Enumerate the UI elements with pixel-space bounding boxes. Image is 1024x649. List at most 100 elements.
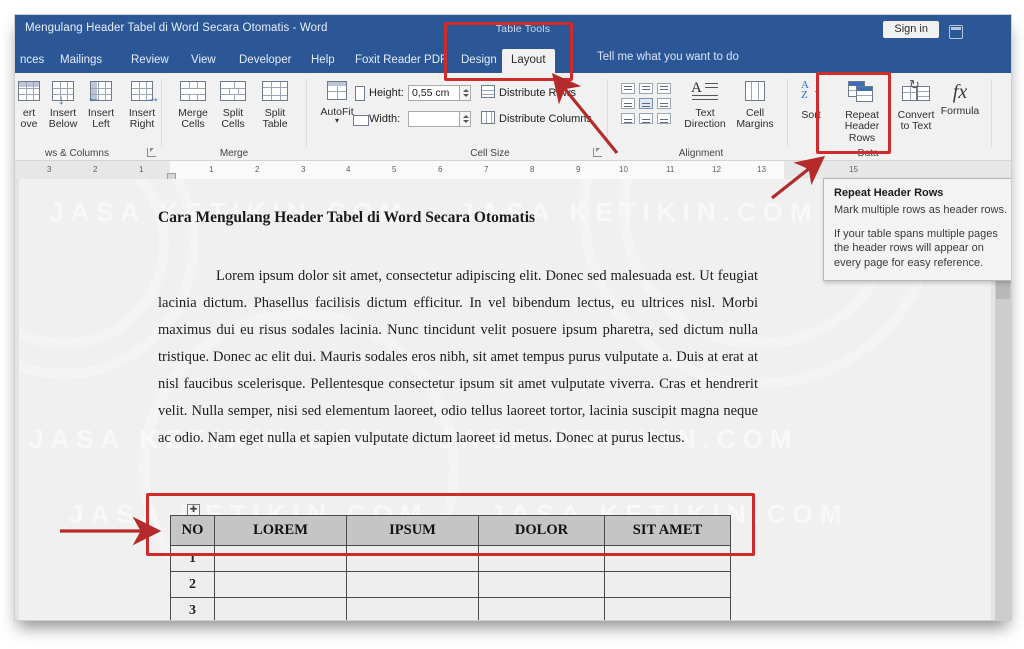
align-bottom-center-button[interactable] bbox=[639, 113, 653, 124]
group-separator bbox=[991, 79, 992, 147]
align-bottom-left-button[interactable] bbox=[621, 113, 635, 124]
sign-in-button[interactable]: Sign in bbox=[883, 21, 939, 38]
text-direction-label-2: Direction bbox=[684, 118, 726, 130]
insert-left-label-2: Left bbox=[92, 118, 110, 130]
align-center-right-button[interactable] bbox=[657, 98, 671, 109]
distribute-columns-button[interactable]: Distribute Columns bbox=[499, 113, 592, 125]
split-table-icon bbox=[253, 81, 297, 105]
table-row[interactable]: 2 bbox=[170, 571, 731, 598]
document-paragraph: Lorem ipsum dolor sit amet, consectetur … bbox=[158, 268, 758, 446]
tab-developer[interactable]: Developer bbox=[230, 49, 300, 73]
column-width-icon bbox=[353, 113, 369, 131]
document-heading: Cara Mengulang Header Tabel di Word Seca… bbox=[158, 209, 536, 226]
group-title-rows-columns: ws & Columns bbox=[45, 148, 109, 159]
row-height-input[interactable]: 0,55 cm bbox=[408, 85, 460, 101]
ruler-tick-2: 2 bbox=[255, 165, 260, 174]
ruler-tick-14: 14 bbox=[804, 165, 813, 174]
ruler-tick-10: 10 bbox=[619, 165, 628, 174]
ruler-tick-3: 3 bbox=[301, 165, 306, 174]
tooltip-line-2: If your table spans multiple pages the h… bbox=[834, 227, 998, 269]
tab-help[interactable]: Help bbox=[302, 49, 344, 73]
ruler-tick-1: 1 bbox=[209, 165, 214, 174]
formula-button[interactable]: fx Formula bbox=[937, 81, 983, 118]
tab-foxit-reader-pdf[interactable]: Foxit Reader PDF bbox=[346, 49, 456, 73]
table-cell[interactable] bbox=[604, 571, 731, 598]
insert-left-button[interactable]: ← Insert Left bbox=[79, 81, 123, 131]
down-arrow-icon: ↓ bbox=[58, 92, 65, 107]
ruler-tick-5: 5 bbox=[392, 165, 397, 174]
ruler-text-area bbox=[170, 161, 784, 179]
insert-below-label-2: Below bbox=[48, 118, 78, 130]
table-cell[interactable] bbox=[214, 597, 347, 620]
ruler-tick-left-3: 3 bbox=[47, 165, 52, 174]
align-center-left-button[interactable] bbox=[621, 98, 635, 109]
word-window: Mengulang Header Tabel di Word Secara Ot… bbox=[14, 14, 1012, 621]
text-direction-button[interactable]: A Text Direction bbox=[677, 81, 733, 131]
merge-cells-button[interactable]: Merge Cells bbox=[171, 81, 215, 131]
annotation-box-table-header-row bbox=[146, 493, 755, 556]
row-height-spinner[interactable] bbox=[460, 85, 471, 101]
cell-margins-button[interactable]: Cell Margins bbox=[729, 81, 781, 131]
ruler-tick-8: 8 bbox=[530, 165, 535, 174]
table-cell[interactable] bbox=[478, 571, 605, 598]
merge-cells-label-1: Merge bbox=[178, 106, 208, 119]
table-cell[interactable] bbox=[346, 597, 479, 620]
align-top-left-button[interactable] bbox=[621, 83, 635, 94]
insert-left-label-1: Insert bbox=[87, 106, 115, 119]
annotation-box-repeat-header-rows bbox=[816, 72, 891, 154]
annotation-box-table-tools bbox=[444, 22, 573, 81]
ruler-tick-4: 4 bbox=[346, 165, 351, 174]
column-width-spinner[interactable] bbox=[460, 111, 471, 127]
ribbon-display-options-icon[interactable] bbox=[949, 25, 963, 39]
formula-label: Formula bbox=[940, 105, 980, 117]
table-cell[interactable] bbox=[478, 597, 605, 620]
insert-right-label-1: Insert bbox=[128, 106, 156, 119]
text-direction-icon: A bbox=[677, 81, 733, 105]
tell-me-box[interactable]: Tell me what you want to do bbox=[597, 51, 739, 63]
insert-right-label-2: Right bbox=[129, 118, 155, 130]
rows-columns-dialog-launcher[interactable] bbox=[147, 148, 156, 157]
table-cell[interactable] bbox=[346, 571, 479, 598]
split-cells-icon bbox=[213, 81, 253, 105]
split-cells-button[interactable]: Split Cells bbox=[213, 81, 253, 131]
align-center-button[interactable] bbox=[639, 98, 653, 109]
ruler-tick-left-2: 2 bbox=[93, 165, 98, 174]
table-cell[interactable] bbox=[604, 597, 731, 620]
tab-view[interactable]: View bbox=[182, 49, 225, 73]
group-title-cell-size: Cell Size bbox=[470, 148, 510, 159]
ruler-tick-left-1: 1 bbox=[139, 165, 144, 174]
insert-right-button[interactable]: → Insert Right bbox=[119, 81, 165, 131]
align-top-right-button[interactable] bbox=[657, 83, 671, 94]
tooltip-line-1: Mark multiple rows as header rows. bbox=[834, 204, 1008, 216]
distribute-rows-button[interactable]: Distribute Rows bbox=[499, 87, 576, 99]
tooltip-title: Repeat Header Rows bbox=[834, 187, 944, 199]
align-top-center-button[interactable] bbox=[639, 83, 653, 94]
insert-above-label-2: ove bbox=[20, 118, 38, 130]
tab-references[interactable]: nces bbox=[15, 49, 53, 73]
distribute-columns-icon bbox=[481, 111, 495, 129]
right-arrow-icon: → bbox=[147, 90, 160, 105]
ruler-tick-6: 6 bbox=[438, 165, 443, 174]
split-table-label-1: Split bbox=[264, 106, 286, 119]
insert-left-icon bbox=[79, 81, 123, 105]
column-width-input[interactable] bbox=[408, 111, 460, 127]
convert-to-text-label-1: Convert bbox=[897, 108, 935, 121]
table-cell[interactable] bbox=[214, 571, 347, 598]
group-separator bbox=[306, 79, 307, 147]
left-arrow-icon: ← bbox=[87, 90, 100, 105]
group-title-merge: Merge bbox=[219, 148, 249, 159]
table-cell-no[interactable]: 2 bbox=[170, 571, 215, 598]
convert-to-text-button[interactable]: ↻ Convert to Text bbox=[891, 78, 941, 133]
cell-size-dialog-launcher[interactable] bbox=[593, 148, 602, 157]
tab-review[interactable]: Review bbox=[122, 49, 178, 73]
table-cell-no[interactable]: 3 bbox=[170, 597, 215, 620]
tab-mailings[interactable]: Mailings bbox=[51, 49, 111, 73]
window-title: Mengulang Header Tabel di Word Secara Ot… bbox=[25, 22, 328, 34]
group-separator bbox=[607, 79, 608, 147]
ruler-tick-7: 7 bbox=[484, 165, 489, 174]
cell-margins-label-2: Margins bbox=[736, 118, 774, 130]
split-table-button[interactable]: Split Table bbox=[253, 81, 297, 131]
cell-margins-icon bbox=[729, 81, 781, 105]
align-bottom-right-button[interactable] bbox=[657, 113, 671, 124]
table-row[interactable]: 3 bbox=[170, 597, 731, 620]
